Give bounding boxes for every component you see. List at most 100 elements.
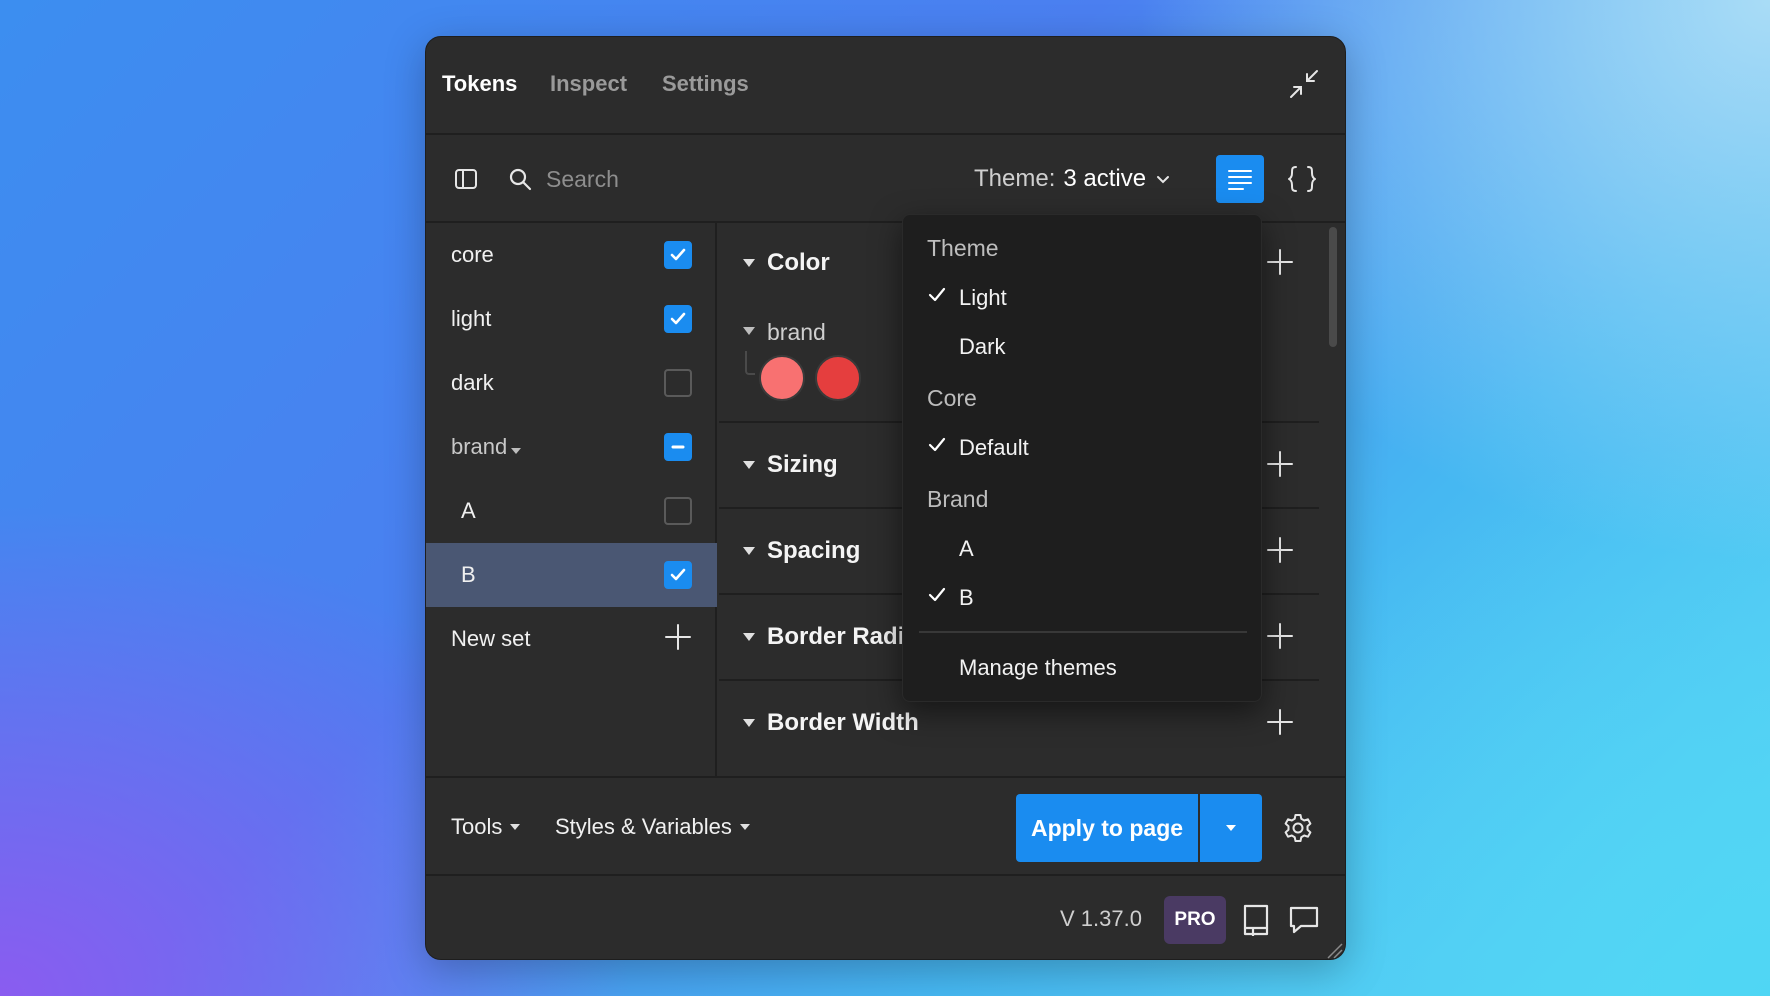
book-icon[interactable] <box>1241 903 1271 937</box>
caret-down-icon <box>510 824 521 830</box>
pro-badge[interactable]: PRO <box>1164 896 1226 944</box>
apply-options-button[interactable] <box>1200 794 1262 862</box>
plus-icon[interactable] <box>1265 707 1295 737</box>
group-title[interactable]: Spacing <box>767 537 860 565</box>
list-view-button[interactable] <box>1216 155 1264 203</box>
set-label: A <box>461 498 476 523</box>
theme-dropdown-menu: Theme Light Dark Core Default Brand A B … <box>902 214 1262 702</box>
menu-item-label: Default <box>959 435 1029 460</box>
version-label: V 1.37.0 <box>1060 906 1142 931</box>
caret-down-icon[interactable] <box>743 259 755 267</box>
set-checkbox[interactable] <box>664 561 692 589</box>
caret-down-icon <box>1226 825 1236 831</box>
search-icon <box>509 168 532 191</box>
set-checkbox-indeterminate[interactable] <box>664 433 692 461</box>
set-folder-brand[interactable]: brand <box>426 415 717 479</box>
gear-icon[interactable] <box>1282 812 1314 844</box>
plus-icon[interactable] <box>1265 449 1295 479</box>
menu-section-header: Core <box>927 385 977 411</box>
check-icon <box>670 568 686 581</box>
footer: V 1.37.0 PRO <box>426 876 1345 959</box>
styles-variables-label: Styles & Variables <box>555 814 732 839</box>
check-icon <box>928 287 946 302</box>
group-title[interactable]: Color <box>767 249 830 277</box>
check-icon <box>670 312 686 325</box>
plus-icon[interactable] <box>662 621 694 653</box>
apply-to-page-button[interactable]: Apply to page <box>1016 794 1198 862</box>
theme-label: Theme: <box>974 165 1056 192</box>
color-swatch[interactable] <box>815 355 861 401</box>
set-row-dark[interactable]: dark <box>426 351 717 415</box>
menu-item-dark[interactable]: Dark <box>919 324 1247 370</box>
tab-tokens[interactable]: Tokens <box>442 71 517 97</box>
group-title[interactable]: Sizing <box>767 451 838 479</box>
tools-label: Tools <box>451 814 503 839</box>
tree-connector <box>745 351 755 375</box>
manage-themes-item[interactable]: Manage themes <box>919 645 1247 691</box>
set-folder-label: brand <box>451 434 522 460</box>
set-label: core <box>451 242 494 267</box>
caret-down-icon[interactable] <box>743 461 755 469</box>
theme-selector-button[interactable]: Theme: 3 active <box>974 161 1172 197</box>
list-icon <box>1228 170 1252 190</box>
new-set-row[interactable]: New set <box>426 607 717 671</box>
tools-menu-button[interactable]: Tools <box>451 814 521 840</box>
caret-down-icon[interactable] <box>743 547 755 555</box>
json-view-button[interactable] <box>1278 155 1326 203</box>
menu-item-default[interactable]: Default <box>919 425 1247 471</box>
chat-icon[interactable] <box>1288 904 1320 936</box>
minus-icon <box>671 445 685 449</box>
menu-item-brand-a[interactable]: A <box>919 526 1247 572</box>
tab-bar: Tokens Inspect Settings <box>426 37 1345 135</box>
check-icon <box>928 587 946 602</box>
styles-variables-menu-button[interactable]: Styles & Variables <box>555 814 750 840</box>
plus-icon[interactable] <box>1265 247 1295 277</box>
theme-active-count: 3 active <box>1063 165 1147 192</box>
plus-icon[interactable] <box>1265 621 1295 651</box>
set-row-brand-a[interactable]: A <box>426 479 717 543</box>
menu-item-label: A <box>959 536 974 561</box>
set-row-brand-b[interactable]: B <box>426 543 717 607</box>
menu-item-label: Manage themes <box>959 655 1117 680</box>
set-folder-name: brand <box>451 434 508 459</box>
scrollbar[interactable] <box>1329 227 1337 347</box>
toolbar: Theme: 3 active <box>426 135 1345 223</box>
group-title[interactable]: Border Radiu <box>767 623 919 651</box>
chevron-down-icon <box>1157 176 1170 184</box>
tab-inspect[interactable]: Inspect <box>550 71 627 97</box>
caret-down-icon[interactable] <box>743 327 755 335</box>
subgroup-title[interactable]: brand <box>767 319 826 346</box>
set-label: B <box>461 562 476 587</box>
set-label: light <box>451 306 492 331</box>
set-checkbox[interactable] <box>664 241 692 269</box>
menu-item-label: Dark <box>959 334 1006 359</box>
set-row-light[interactable]: light <box>426 287 717 351</box>
check-icon <box>670 248 686 261</box>
set-checkbox[interactable] <box>664 497 692 525</box>
set-row-core[interactable]: core <box>426 223 717 287</box>
color-swatch[interactable] <box>759 355 805 401</box>
menu-section-header: Brand <box>927 486 989 512</box>
resize-handle-icon[interactable] <box>1325 941 1343 959</box>
search-input[interactable] <box>546 159 846 199</box>
plus-icon[interactable] <box>1265 535 1295 565</box>
tab-settings[interactable]: Settings <box>662 71 749 97</box>
sidebar-toggle-icon[interactable] <box>454 167 478 191</box>
menu-item-brand-b[interactable]: B <box>919 575 1247 621</box>
caret-down-icon[interactable] <box>743 719 755 727</box>
menu-item-label: B <box>959 585 974 610</box>
new-set-label: New set <box>451 626 531 651</box>
caret-down-icon[interactable] <box>743 633 755 641</box>
menu-section-header: Theme <box>927 235 999 261</box>
menu-item-light[interactable]: Light <box>919 275 1247 321</box>
check-icon <box>928 437 946 452</box>
token-sets-sidebar: core light dark brand A B New set <box>426 223 717 776</box>
caret-down-icon <box>511 448 522 454</box>
action-bar: Tools Styles & Variables Apply to page <box>426 776 1345 876</box>
menu-item-label: Light <box>959 285 1007 310</box>
set-checkbox[interactable] <box>664 305 692 333</box>
collapse-icon[interactable] <box>1287 67 1321 101</box>
set-checkbox[interactable] <box>664 369 692 397</box>
group-title[interactable]: Border Width <box>767 709 919 737</box>
set-label: dark <box>451 370 494 395</box>
